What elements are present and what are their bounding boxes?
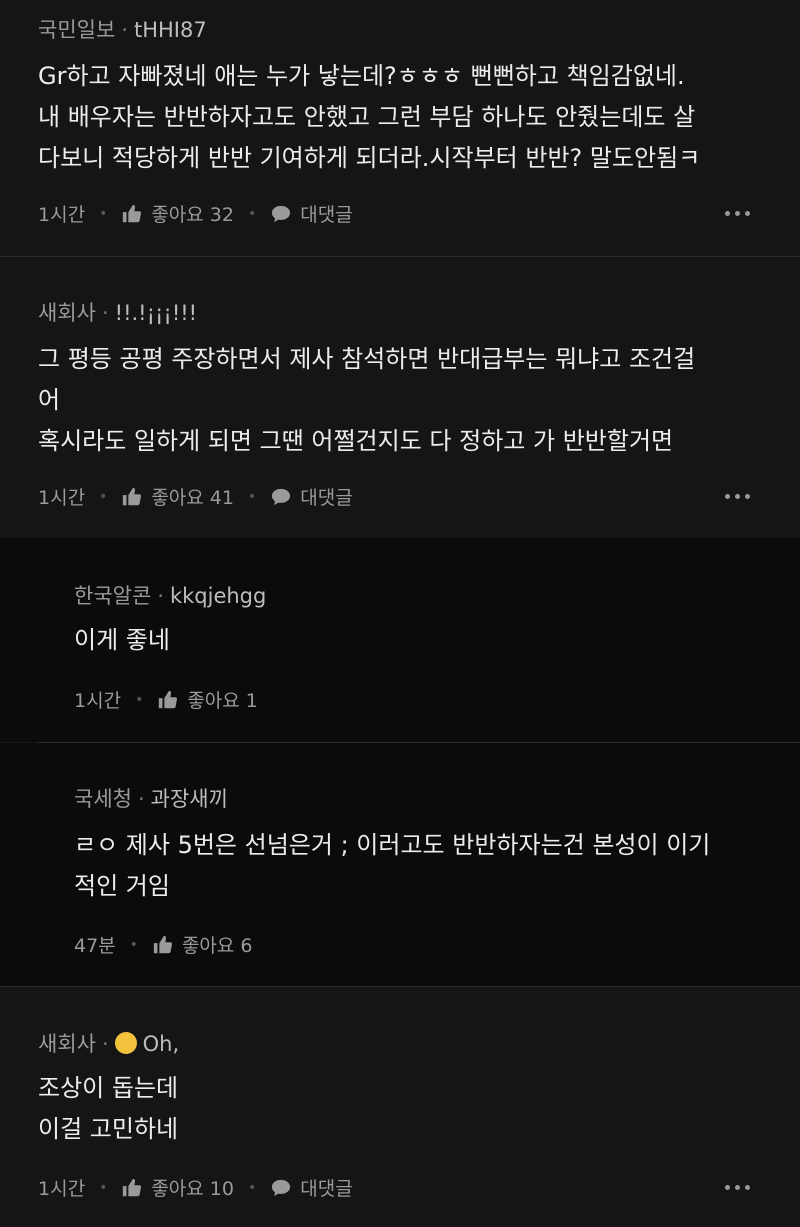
comment-meta: 새회사 · Oh, [38, 1028, 179, 1058]
reply-label: 대댓글 [300, 204, 353, 226]
speech-bubble-icon [272, 1179, 291, 1196]
comment-line: 그 평등 공평 주장하면서 제사 참석하면 반대급부는 뭐냐고 조건걸 [38, 345, 696, 373]
like-count: 좋아요 32 [151, 204, 234, 226]
comment-line: 내 배우자는 반반하자고도 안했고 그런 부담 하나도 안줬는데도 살 [38, 103, 696, 131]
reply-comment: 국세청 · 과장새끼 ㄹㅇ 제사 5번은 선넘은거 ; 이러고도 반반하자는건 본성… [0, 743, 800, 986]
like-count: 좋아요 1 [187, 690, 258, 712]
comment-footer: 47분 • 좋아요 6 [74, 931, 253, 958]
reply-comment: 한국알콘 · kkqjehgg 이게 좋네 1시간 • 좋아요 1 [0, 538, 800, 742]
like-button[interactable]: 좋아요 10 [121, 1174, 234, 1201]
reply-label: 대댓글 [300, 487, 353, 509]
thumbs-up-icon [123, 204, 142, 222]
like-button[interactable]: 좋아요 6 [152, 931, 253, 958]
company-name[interactable]: 국세청 [74, 787, 132, 811]
comment-footer: 1시간 • 좋아요 1 [74, 686, 258, 713]
comment-body: 이게 좋네 [74, 620, 170, 661]
speech-bubble-icon [272, 488, 291, 505]
comment: 국민일보 · tHHI87 Gr하고 자빠졌네 애는 누가 낳는데?ㅎㅎㅎ 뻔뻔하고… [0, 0, 800, 256]
timestamp: 1시간 [38, 1178, 86, 1200]
comment-line: Gr하고 자빠졌네 애는 누가 낳는데?ㅎㅎㅎ 뻔뻔하고 책임감없네. [38, 62, 685, 90]
comment-line: ㄹㅇ 제사 5번은 선넘은거 ; 이러고도 반반하자는건 본성이 이기 [74, 831, 711, 859]
like-button[interactable]: 좋아요 41 [121, 483, 234, 510]
footer-separator: • [129, 936, 138, 953]
timestamp: 1시간 [38, 204, 86, 226]
comment-line: 적인 거임 [74, 872, 170, 900]
company-name[interactable]: 한국알콘 [74, 584, 151, 608]
reply-label: 대댓글 [300, 1178, 353, 1200]
comment-body: ㄹㅇ 제사 5번은 선넘은거 ; 이러고도 반반하자는건 본성이 이기 적인 거… [74, 825, 710, 907]
comment-line: 어 [38, 386, 61, 414]
timestamp: 47분 [74, 935, 116, 957]
comment-footer: 1시간 • 좋아요 10 • 대댓글 [38, 1174, 353, 1201]
comment-body: 그 평등 공평 주장하면서 제사 참석하면 반대급부는 뭐냐고 조건걸 어 혹시… [38, 339, 695, 462]
nickname[interactable]: tHHI87 [134, 18, 207, 42]
footer-separator: • [248, 488, 257, 505]
reply-button[interactable]: 대댓글 [270, 483, 353, 510]
meta-separator: · [157, 584, 164, 608]
reply-button[interactable]: 대댓글 [270, 1174, 353, 1201]
comment-meta: 국세청 · 과장새끼 [74, 783, 228, 813]
speech-bubble-icon [272, 205, 291, 222]
meta-separator: · [101, 301, 109, 325]
like-count: 좋아요 41 [151, 487, 234, 509]
footer-separator: • [248, 1179, 257, 1196]
nickname[interactable]: !!.!¡¡¡!!! [115, 301, 197, 325]
timestamp: 1시간 [74, 690, 122, 712]
more-options-icon[interactable] [725, 211, 750, 216]
like-count: 좋아요 6 [181, 935, 253, 957]
comment: 새회사 · Oh, 조상이 돕는데 이걸 고민하네 1시간 • 좋아요 10 • 대… [0, 986, 800, 1227]
more-options-icon[interactable] [725, 494, 750, 499]
reply-button[interactable]: 대댓글 [270, 200, 353, 227]
thumbs-up-icon [159, 690, 178, 708]
thumbs-up-icon [123, 487, 142, 505]
meta-separator: · [137, 787, 145, 811]
comment-meta: 국민일보 · tHHI87 [38, 14, 207, 44]
thumbs-up-icon [123, 1178, 142, 1196]
more-options-icon[interactable] [725, 1185, 750, 1190]
footer-separator: • [135, 691, 144, 708]
nickname[interactable]: kkqjehgg [170, 584, 266, 608]
comment-line: 이게 좋네 [74, 626, 170, 654]
comment-meta: 한국알콘 · kkqjehgg [74, 580, 266, 610]
thumbs-up-icon [153, 935, 172, 953]
like-button[interactable]: 좋아요 1 [157, 686, 258, 713]
nickname[interactable]: 과장새끼 [151, 787, 228, 811]
nickname[interactable]: Oh, [143, 1032, 180, 1056]
grade-badge-icon [114, 1032, 137, 1054]
comment-line: 조상이 돕는데 [38, 1074, 179, 1102]
comment-meta: 새회사 · !!.!¡¡¡!!! [38, 297, 197, 327]
timestamp: 1시간 [38, 487, 86, 509]
footer-separator: • [99, 205, 108, 222]
comment-body: Gr하고 자빠졌네 애는 누가 낳는데?ㅎㅎㅎ 뻔뻔하고 책임감없네. 내 배우… [38, 56, 700, 179]
comment-footer: 1시간 • 좋아요 41 • 대댓글 [38, 483, 353, 510]
comment-line: 다보니 적당하게 반반 기여하게 되더라.시작부터 반반? 말도안됨ㅋ [38, 144, 701, 172]
divider [0, 986, 800, 987]
comment-line: 혹시라도 일하게 되면 그땐 어쩔건지도 다 정하고 가 반반할거면 [38, 427, 674, 455]
comment: 새회사 · !!.!¡¡¡!!! 그 평등 공평 주장하면서 제사 참석하면 반대급… [0, 257, 800, 538]
comment-line: 이걸 고민하네 [38, 1115, 179, 1143]
company-name[interactable]: 새회사 [38, 301, 96, 325]
meta-separator: · [121, 18, 128, 42]
footer-separator: • [99, 488, 108, 505]
company-name[interactable]: 새회사 [38, 1032, 96, 1056]
meta-separator: · [101, 1032, 109, 1056]
like-count: 좋아요 10 [151, 1178, 234, 1200]
comment-body: 조상이 돕는데 이걸 고민하네 [38, 1068, 178, 1150]
footer-separator: • [99, 1179, 108, 1196]
comment-footer: 1시간 • 좋아요 32 • 대댓글 [38, 200, 353, 227]
like-button[interactable]: 좋아요 32 [121, 200, 234, 227]
footer-separator: • [248, 205, 257, 222]
company-name[interactable]: 국민일보 [38, 18, 115, 42]
